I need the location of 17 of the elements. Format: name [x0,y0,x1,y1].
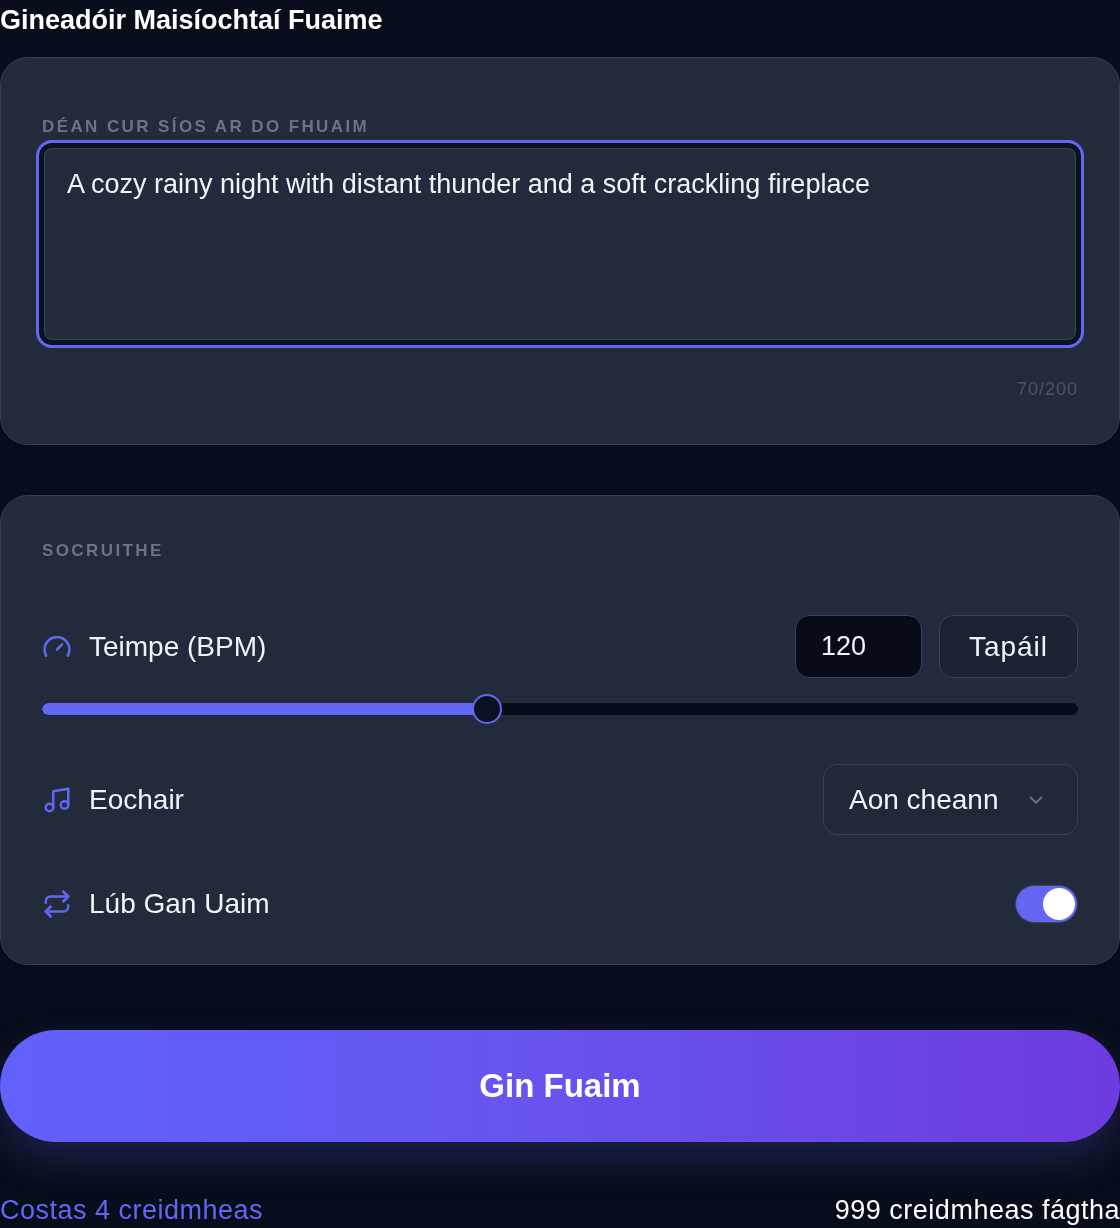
loop-toggle[interactable] [1015,885,1078,923]
key-label: Eochair [89,782,184,817]
tempo-input[interactable]: 120 [795,615,922,678]
loop-label: Lúb Gan Uaim [89,887,270,921]
description-field[interactable]: A cozy rainy night with distant thunder and a soft crackling fireplace [36,140,1084,348]
tap-button[interactable]: Tapáil [939,615,1078,678]
credits-remaining-text: 999 creidmheas fágtha [834,1194,1120,1227]
generate-button[interactable]: Gin Fuaim [0,1030,1120,1142]
tempo-label: Teimpe (BPM) [89,629,267,664]
repeat-icon [42,889,72,919]
section-label: SOCRUITHE [42,541,164,561]
cost-text: Costas 4 creidmheas [0,1194,264,1227]
slider-thumb[interactable] [472,694,503,724]
app-title: Gineadóir Maisíochtaí Fuaime [0,4,383,37]
key-select[interactable]: Aon cheann [823,764,1078,835]
tempo-slider-track[interactable] [42,703,1078,715]
section-label: DÉAN CUR SÍOS AR DO FHUAIM [42,117,370,137]
